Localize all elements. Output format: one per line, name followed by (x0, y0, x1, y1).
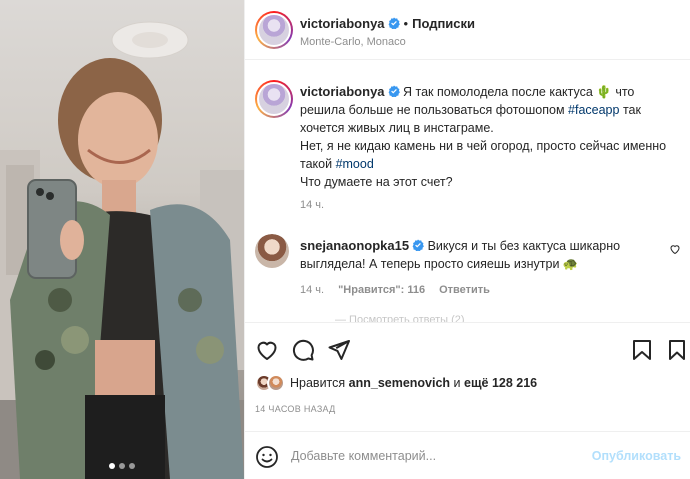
comments-section: victoriabonya Я так помолодела после как… (245, 60, 690, 322)
heart-icon[interactable] (255, 338, 279, 362)
cactus-emoji: 🌵 (596, 85, 612, 99)
comment-time[interactable]: 14 ч. (300, 284, 324, 296)
caption-text: Я так помолодела после кактуса (399, 85, 597, 99)
post-details-panel: victoriabonya • Подписки Monte-Carlo, Mona… (244, 0, 690, 479)
comment-likes[interactable]: "Нравится": 116 (338, 284, 425, 296)
comment-meta: 14 ч. "Нравится": 116 Ответить (300, 284, 504, 296)
carousel-dot[interactable] (109, 463, 115, 469)
turtle-emoji: 🐢 (562, 257, 579, 271)
likes-text: Нравится ann_semenovich и ещё 128 216 (290, 376, 537, 390)
comment-input[interactable] (291, 445, 591, 467)
carousel-dot[interactable] (129, 463, 135, 469)
share-icon[interactable] (327, 338, 351, 362)
post-photo[interactable] (0, 0, 244, 479)
caption-time[interactable]: 14 ч. (300, 199, 324, 211)
author-username[interactable]: victoriabonya (300, 16, 385, 31)
commenter-username[interactable]: snejanaonopka15 (300, 238, 409, 253)
reply-button[interactable]: Ответить (439, 284, 490, 296)
commenter-avatar[interactable] (255, 234, 289, 268)
following-button[interactable]: Подписки (412, 16, 475, 31)
emoji-icon[interactable] (255, 445, 279, 469)
comment-like-icon[interactable] (669, 243, 681, 255)
verified-icon (412, 239, 425, 251)
post-header: victoriabonya • Подписки Monte-Carlo, Mona… (245, 0, 690, 60)
likes-count[interactable]: ещё 128 216 (464, 376, 537, 390)
bookmark-icon[interactable] (665, 338, 689, 362)
carousel-dots (0, 463, 244, 469)
liker-avatar (267, 374, 285, 392)
post-location[interactable]: Monte-Carlo, Monaco (300, 36, 406, 48)
author-line: victoriabonya • Подписки (300, 16, 475, 31)
post-caption: victoriabonya Я так помолодела после как… (300, 83, 680, 191)
view-replies[interactable]: — Посмотреть ответы (2) (335, 314, 465, 322)
likes-prefix: Нравится (290, 376, 349, 390)
verified-icon (388, 85, 400, 97)
carousel-dot[interactable] (119, 463, 125, 469)
likes-middle: и (450, 376, 465, 390)
comment-icon[interactable] (291, 338, 315, 362)
hashtag-link[interactable]: #mood (336, 157, 374, 171)
hashtag-link[interactable]: #faceapp (568, 103, 619, 117)
author-avatar[interactable] (255, 11, 293, 49)
verified-icon (388, 17, 400, 29)
separator-dot: • (403, 16, 409, 31)
liker-username[interactable]: ann_semenovich (349, 376, 450, 390)
caption-username[interactable]: victoriabonya (300, 84, 385, 99)
comment-bar: Опубликовать (245, 431, 690, 479)
comment: snejanaonopka15 Викуся и ты без кактуса … (300, 237, 670, 273)
photo-illustration (0, 21, 244, 479)
likes-summary[interactable]: Нравится ann_semenovich и ещё 128 216 (255, 372, 537, 394)
post-timestamp[interactable]: 14 ЧАСОВ НАЗАД (255, 404, 336, 414)
tag-icon[interactable] (630, 338, 654, 362)
action-bar (245, 322, 690, 372)
caption-text: Что думаете на этот счет? (300, 175, 453, 189)
publish-button[interactable]: Опубликовать (592, 449, 681, 463)
caption-author-avatar[interactable] (255, 80, 293, 118)
